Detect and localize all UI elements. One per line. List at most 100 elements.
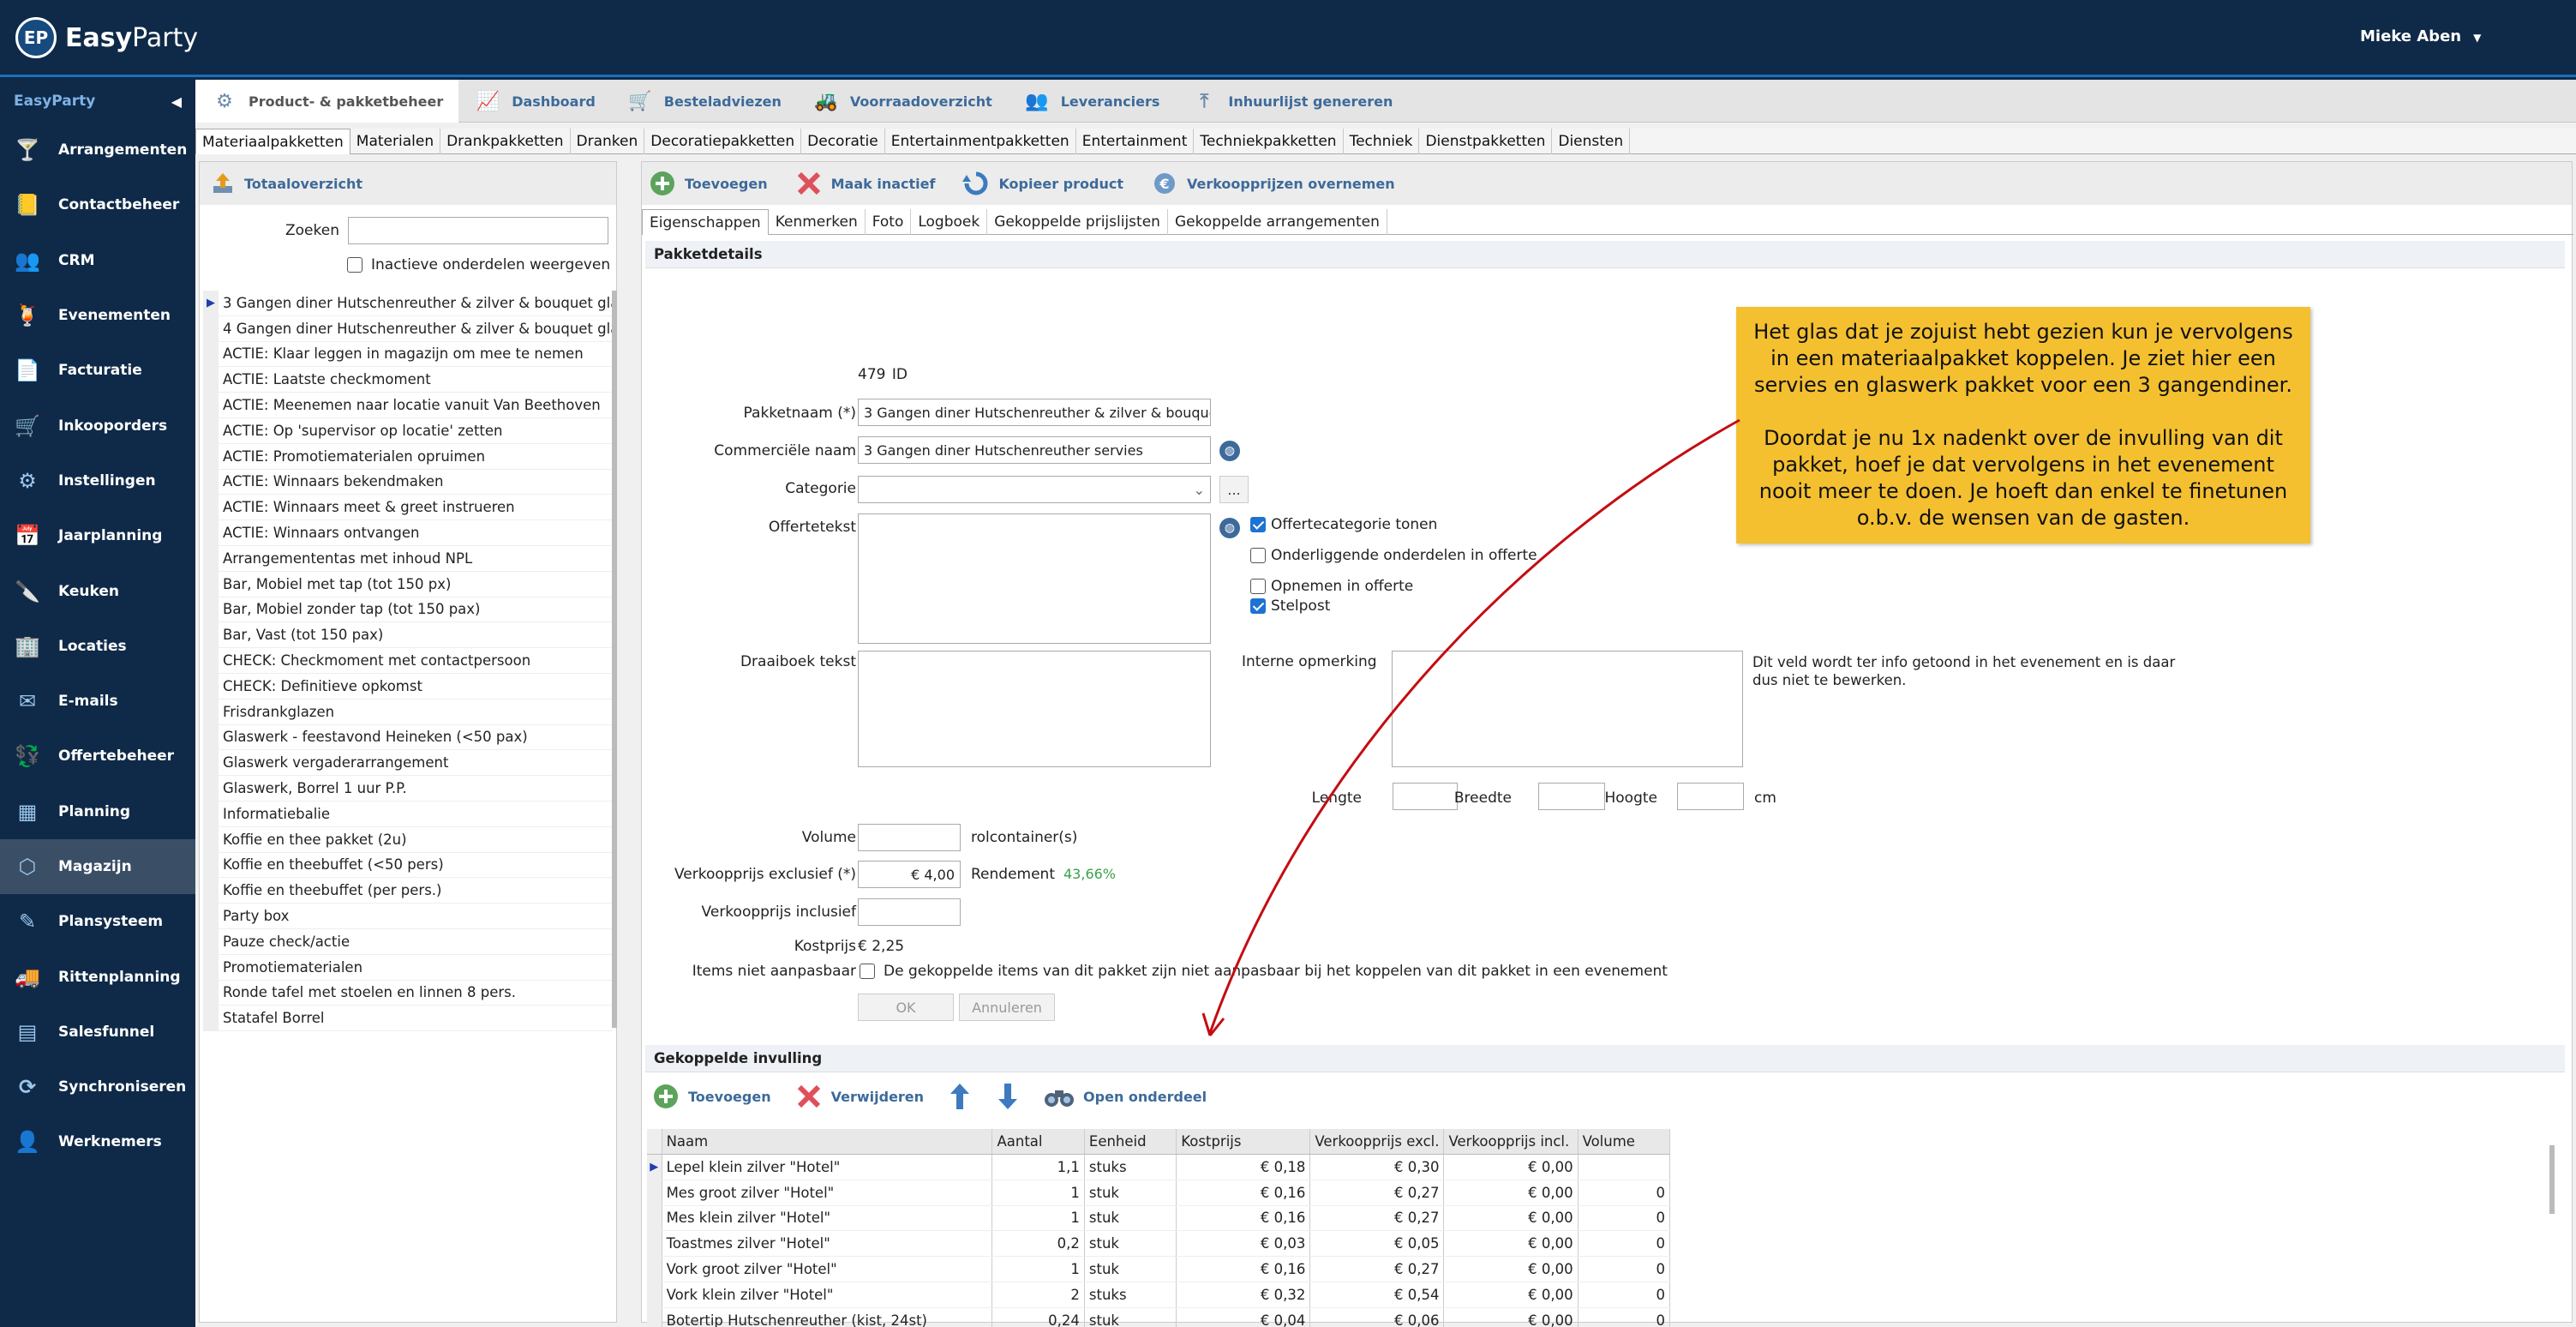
sidebar-item-inkooporders[interactable]: 🛒 Inkooporders (0, 398, 195, 453)
app-logo[interactable]: EP EasyParty (15, 17, 198, 58)
sidebar-item-plansysteem[interactable]: ✎ Plansysteem (0, 894, 195, 949)
column-header[interactable]: Verkoopprijs incl. (1444, 1129, 1579, 1154)
detail-tab-foto[interactable]: Foto (866, 209, 912, 235)
module-tab-product-pakketbeheer[interactable]: ⚙ Product- & pakketbeheer (195, 80, 459, 123)
table-row[interactable]: Toastmes zilver "Hotel" 0,2 stuk € 0,03 € 0,… (647, 1231, 1670, 1258)
category-tab-decoratiepakketten[interactable]: Decoratiepakketten (644, 129, 802, 154)
list-item[interactable]: Bar, Mobiel zonder tap (tot 150 pax) (203, 597, 613, 623)
category-select[interactable]: ⌄ (858, 476, 1211, 503)
category-tab-materiaalpakketten[interactable]: Materiaalpakketten (195, 129, 350, 154)
category-tab-techniekpakketten[interactable]: Techniekpakketten (1194, 129, 1344, 154)
list-item[interactable]: ACTIE: Op 'supervisor op locatie' zetten (203, 417, 613, 444)
list-item[interactable]: Koffie en thee pakket (2u) (203, 826, 613, 853)
list-item[interactable]: Koffie en theebuffet (<50 pers) (203, 852, 613, 879)
list-item[interactable]: 4 Gangen diner Hutschenreuther & zilver … (203, 315, 613, 342)
sidebar-item-keuken[interactable]: 🔪 Keuken (0, 563, 195, 618)
arrow-up-icon[interactable] (948, 1082, 972, 1111)
list-item[interactable]: Promotiematerialen (203, 954, 613, 981)
column-header[interactable]: Naam (662, 1129, 993, 1154)
linked-remove-button[interactable]: Verwijderen (795, 1083, 924, 1110)
ok-button[interactable]: OK (858, 994, 954, 1021)
list-item[interactable]: Glaswerk vergaderarrangement (203, 750, 613, 777)
detail-tab-gekoppelde-arrangementen[interactable]: Gekoppelde arrangementen (1168, 209, 1387, 235)
sidebar-item-rittenplanning[interactable]: 🚚 Rittenplanning (0, 949, 195, 1004)
table-row[interactable]: Botertip Hutschenreuther (kist, 24st) 0,2… (647, 1307, 1670, 1327)
sidebar-item-evenementen[interactable]: 🍹 Evenementen (0, 288, 195, 343)
cancel-button[interactable]: Annuleren (959, 994, 1055, 1021)
grid-scrollbar[interactable] (2549, 1145, 2555, 1214)
table-row[interactable]: Mes groot zilver "Hotel" 1 stuk € 0,16 € 0,2… (647, 1180, 1670, 1206)
list-item[interactable]: Frisdrankglazen (203, 699, 613, 725)
internal-note-area[interactable] (1392, 651, 1743, 767)
sidebar-item-planning[interactable]: ▦ Planning (0, 784, 195, 839)
sidebar-item-e-mails[interactable]: ✉ E-mails (0, 674, 195, 729)
list-item[interactable]: ACTIE: Promotiematerialen opruimen (203, 443, 613, 470)
category-tab-dranken[interactable]: Dranken (571, 129, 645, 154)
copy-product-button[interactable]: Kopieer product (962, 170, 1123, 197)
include-offer-toggle[interactable]: Opnemen in offerte (1250, 578, 1413, 595)
column-header[interactable]: Kostprijs (1177, 1129, 1311, 1154)
offer-text-area[interactable] (858, 513, 1211, 644)
sidebar-item-jaarplanning[interactable]: 📅 Jaarplanning (0, 508, 195, 563)
module-tab-besteladviezen[interactable]: 🛒 Besteladviezen (611, 80, 797, 123)
list-item[interactable]: CHECK: Checkmoment met contactpersoon (203, 648, 613, 674)
package-name-input[interactable]: 3 Gangen diner Hutschenreuther & zilver … (858, 399, 1211, 426)
column-header[interactable]: Eenheid (1085, 1129, 1177, 1154)
module-tab-dashboard[interactable]: 📈 Dashboard (458, 80, 611, 123)
table-row[interactable]: Vork klein zilver "Hotel" 2 stuks € 0,32 € 0… (647, 1282, 1670, 1308)
price-ex-input[interactable]: € 4,00 (858, 861, 961, 888)
volume-input[interactable] (858, 824, 961, 851)
sub-items-checkbox[interactable] (1250, 548, 1266, 563)
search-input[interactable] (348, 217, 608, 244)
inactive-toggle[interactable]: Inactieve onderdelen weergeven (347, 256, 610, 273)
sidebar-item-facturatie[interactable]: 📄 Facturatie (0, 343, 195, 398)
list-item[interactable]: ACTIE: Winnaars bekendmaken (203, 469, 613, 495)
list-item[interactable]: CHECK: Definitieve opkomst (203, 673, 613, 700)
module-tab-leveranciers[interactable]: 👥 Leveranciers (1008, 80, 1176, 123)
table-row[interactable]: Mes klein zilver "Hotel" 1 stuk € 0,16 € 0,2… (647, 1205, 1670, 1232)
list-item[interactable]: Pauze check/actie (203, 928, 613, 955)
category-tab-techniek[interactable]: Techniek (1344, 129, 1420, 154)
sidebar-item-magazijn[interactable]: ⬡ Magazijn (0, 838, 195, 895)
column-header[interactable]: Aantal (992, 1129, 1085, 1154)
inactive-checkbox[interactable] (347, 257, 362, 273)
list-item[interactable]: ACTIE: Winnaars meet & greet instrueren (203, 495, 613, 521)
script-text-area[interactable] (858, 651, 1211, 767)
category-tab-decoratie[interactable]: Decoratie (801, 129, 885, 154)
sidebar-item-salesfunnel[interactable]: ▤ Salesfunnel (0, 1005, 195, 1060)
price-inc-input[interactable] (858, 898, 961, 926)
sidebar-item-arrangementen[interactable]: 🍸 Arrangementen (0, 123, 195, 177)
list-item[interactable]: Statafel Borrel (203, 1006, 613, 1032)
user-menu[interactable]: Mieke Aben ▼ (2360, 27, 2481, 45)
sidebar-item-offertebeheer[interactable]: 💱 Offertebeheer (0, 729, 195, 784)
list-item[interactable]: ACTIE: Klaar leggen in magazijn om mee t… (203, 341, 613, 368)
list-item[interactable]: Informatiebalie (203, 801, 613, 827)
commercial-name-input[interactable]: 3 Gangen diner Hutschenreuther servies (858, 436, 1211, 464)
fixed-items-checkbox[interactable] (860, 964, 875, 979)
collapse-sidebar-icon[interactable]: ◀ (171, 93, 182, 110)
linked-add-button[interactable]: Toevoegen (652, 1083, 771, 1110)
list-scrollbar[interactable] (612, 291, 617, 1028)
sidebar-item-locaties[interactable]: 🏢 Locaties (0, 619, 195, 674)
height-input[interactable] (1677, 783, 1744, 810)
list-item[interactable]: Bar, Mobiel met tap (tot 150 px) (203, 571, 613, 597)
sidebar-item-instellingen[interactable]: ⚙ Instellingen (0, 453, 195, 508)
add-button[interactable]: Toevoegen (649, 170, 768, 197)
sidebar-item-crm[interactable]: 👥 CRM (0, 233, 195, 288)
fixed-items-toggle[interactable]: De gekoppelde items van dit pakket zijn … (860, 963, 1668, 980)
overview-button[interactable]: Totaaloverzicht (200, 162, 616, 205)
detail-tab-kenmerken[interactable]: Kenmerken (769, 209, 866, 235)
take-prices-button[interactable]: € Verkoopprijzen overnemen (1151, 170, 1395, 197)
stelpost-checkbox[interactable] (1250, 598, 1266, 614)
offer-category-toggle[interactable]: Offertecategorie tonen (1250, 516, 1437, 533)
detail-tab-gekoppelde-prijslijsten[interactable]: Gekoppelde prijslijsten (987, 209, 1168, 235)
sub-items-toggle[interactable]: Onderliggende onderdelen in offerte (1250, 547, 1537, 564)
list-item[interactable]: Koffie en theebuffet (per pers.) (203, 878, 613, 904)
open-item-button[interactable]: Open onderdeel (1044, 1084, 1207, 1109)
arrow-down-icon[interactable] (996, 1082, 1020, 1111)
list-item[interactable]: Glaswerk - feestavond Heineken (<50 pax) (203, 724, 613, 751)
module-tab-inhuurlijst-genereren[interactable]: ⤒ Inhuurlijst genereren (1175, 80, 1408, 123)
category-tab-diensten[interactable]: Diensten (1552, 129, 1631, 154)
globe-icon[interactable]: ◍ (1219, 518, 1240, 538)
stelpost-toggle[interactable]: Stelpost (1250, 597, 1330, 615)
